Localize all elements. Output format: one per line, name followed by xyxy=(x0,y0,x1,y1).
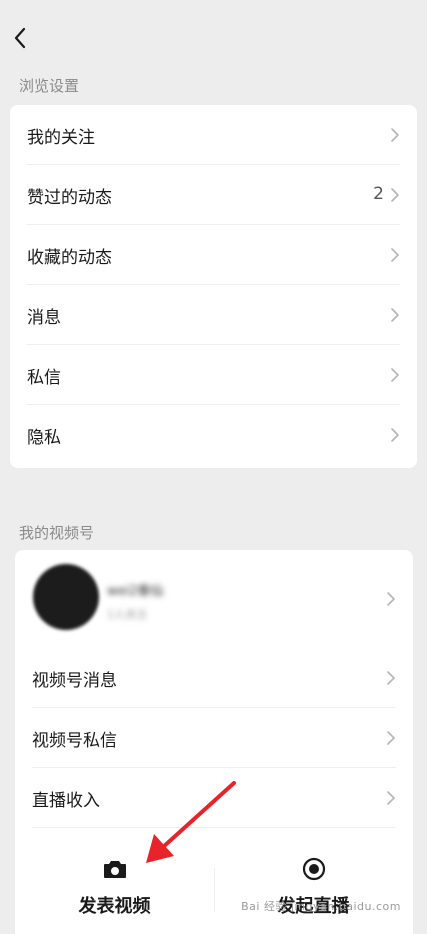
watermark: Bai 经验 jingyan.baidu.com xyxy=(241,900,401,913)
back-button[interactable] xyxy=(6,22,34,54)
menu-item-label: 收藏的动态 xyxy=(27,247,112,268)
menu-item-following[interactable]: 我的关注 xyxy=(10,105,417,165)
menu-item-label: 直播收入 xyxy=(32,790,100,811)
section-title-browse-settings: 浏览设置 xyxy=(19,77,80,95)
chevron-right-icon xyxy=(391,248,399,262)
menu-item-label: 私信 xyxy=(27,367,61,388)
menu-item-label: 视频号私信 xyxy=(32,730,117,751)
chevron-right-icon xyxy=(391,188,399,202)
menu-item-channel-messages[interactable]: 视频号消息 xyxy=(15,648,413,708)
menu-item-favorited-posts[interactable]: 收藏的动态 xyxy=(10,225,417,285)
bottom-action-bar: 发表视频 发起直播 xyxy=(15,830,413,934)
post-video-label: 发表视频 xyxy=(78,896,151,917)
browse-settings-card: 我的关注 赞过的动态 2 收藏的动态 消息 私信 隐私 xyxy=(10,105,417,468)
menu-item-private-messages[interactable]: 私信 xyxy=(10,345,417,405)
menu-item-label: 我的关注 xyxy=(27,127,95,148)
menu-item-channel-private-messages[interactable]: 视频号私信 xyxy=(15,708,413,768)
menu-item-label: 视频号消息 xyxy=(32,670,117,691)
camera-icon xyxy=(103,861,126,878)
section-title-my-channels: 我的视频号 xyxy=(19,524,95,542)
menu-item-label: 隐私 xyxy=(27,427,61,448)
chevron-right-icon xyxy=(387,592,395,606)
chevron-right-icon xyxy=(391,308,399,322)
menu-item-messages[interactable]: 消息 xyxy=(10,285,417,345)
chevron-right-icon xyxy=(391,368,399,382)
chevron-right-icon xyxy=(391,128,399,142)
menu-item-label: 赞过的动态 xyxy=(27,187,112,208)
channel-name: wei2春仙 xyxy=(107,584,164,599)
avatar xyxy=(33,564,99,630)
menu-item-live-income[interactable]: 直播收入 xyxy=(15,768,413,828)
post-video-button[interactable]: 发表视频 xyxy=(15,830,214,934)
divider xyxy=(32,827,396,828)
menu-item-liked-posts[interactable]: 赞过的动态 2 xyxy=(10,165,417,225)
menu-item-label: 消息 xyxy=(27,307,61,328)
channel-subtitle: 1人关注 xyxy=(107,608,147,621)
liked-count-badge: 2 xyxy=(373,184,384,204)
chevron-right-icon xyxy=(387,791,395,805)
start-live-button[interactable]: 发起直播 xyxy=(214,830,413,934)
chevron-right-icon xyxy=(387,731,395,745)
channel-profile-row[interactable]: wei2春仙 1人关注 xyxy=(15,550,413,648)
chevron-right-icon xyxy=(387,671,395,685)
live-record-icon xyxy=(302,857,325,881)
menu-item-privacy[interactable]: 隐私 xyxy=(10,405,417,465)
chevron-left-icon xyxy=(14,27,26,49)
chevron-right-icon xyxy=(391,428,399,442)
